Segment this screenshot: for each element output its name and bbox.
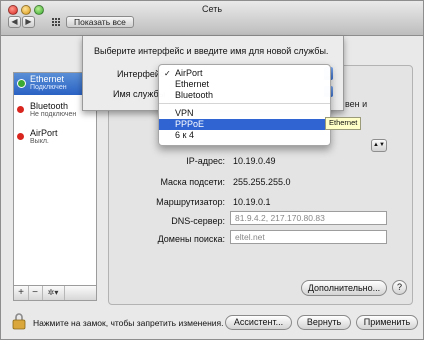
search-domains-label: Домены поиска: — [157, 234, 225, 244]
partial-status-text: вен и — [345, 99, 368, 109]
router-label: Маршрутизатор: — [156, 197, 225, 207]
window-title: Сеть — [201, 4, 223, 14]
remove-service-button[interactable]: − — [28, 286, 43, 300]
configure-popup-arrow-icon[interactable]: ▲▼ — [371, 139, 387, 152]
service-name: AirPort — [30, 128, 58, 138]
interface-dropdown-menu: ✓ AirPort Ethernet Bluetooth VPN PPPoE 6… — [158, 64, 331, 146]
menu-item-label: 6 к 4 — [175, 130, 194, 140]
search-domains-field[interactable]: eltel.net — [230, 230, 387, 244]
menu-item-airport[interactable]: ✓ AirPort — [159, 68, 330, 79]
lock-message: Нажмите на замок, чтобы запретить измене… — [33, 318, 224, 328]
show-all-grid-icon[interactable] — [52, 18, 61, 26]
menu-item-ethernet[interactable]: Ethernet — [159, 79, 330, 90]
network-window: Сеть ◀ ▶ Показать все Ethernet Подключен… — [0, 0, 424, 340]
advanced-button[interactable]: Дополнительно... — [301, 280, 387, 296]
sheet-instruction: Выберите интерфейс и введите имя для нов… — [94, 46, 329, 56]
service-status: Выкл. — [30, 138, 49, 145]
dns-server-field[interactable]: 81.9.4.2, 217.170.80.83 — [230, 211, 387, 225]
service-status: Подключен — [30, 84, 67, 91]
menu-item-vpn[interactable]: VPN — [159, 108, 330, 119]
menu-item-label: VPN — [175, 108, 194, 118]
lock-icon[interactable] — [12, 312, 26, 330]
assistant-button[interactable]: Ассистент... — [225, 315, 292, 330]
tooltip: Ethernet — [325, 117, 362, 130]
service-status: Не подключен — [30, 111, 77, 118]
menu-item-bluetooth[interactable]: Bluetooth — [159, 90, 330, 101]
revert-button[interactable]: Вернуть — [297, 315, 351, 330]
checkmark-icon: ✓ — [164, 69, 171, 78]
ip-label: IP-адрес: — [186, 156, 225, 166]
ip-value: 10.19.0.49 — [233, 156, 276, 166]
status-dot-icon — [17, 133, 24, 140]
add-service-button[interactable]: + — [14, 286, 29, 300]
status-dot-icon — [17, 106, 24, 113]
menu-item-label: Ethernet — [175, 79, 210, 89]
menu-item-pppoe[interactable]: PPPoE — [159, 119, 330, 130]
router-value: 10.19.0.1 — [233, 197, 271, 207]
service-item-airport[interactable]: AirPort Выкл. — [14, 127, 96, 149]
service-list-toolbar: + − ✲▾ — [13, 286, 97, 301]
forward-button[interactable]: ▶ — [22, 16, 35, 28]
gear-menu-button[interactable]: ✲▾ — [42, 286, 65, 300]
menu-item-label: PPPoE — [175, 119, 205, 129]
menu-item-label: AirPort — [175, 68, 203, 78]
apply-button[interactable]: Применить — [356, 315, 418, 330]
menu-item-label: Bluetooth — [175, 90, 214, 100]
menu-item-6to4[interactable]: 6 к 4 — [159, 130, 330, 141]
service-name: Ethernet — [30, 74, 65, 84]
subnet-mask-value: 255.255.255.0 — [233, 177, 291, 187]
help-button[interactable]: ? — [392, 280, 407, 295]
subnet-mask-label: Маска подсети: — [160, 177, 225, 187]
menu-separator — [159, 103, 330, 104]
status-dot-icon — [17, 79, 26, 88]
service-name: Bluetooth — [30, 101, 69, 111]
back-button[interactable]: ◀ — [8, 16, 21, 28]
dns-server-label: DNS-сервер: — [171, 216, 225, 226]
title-bar: Сеть ◀ ▶ Показать все — [1, 1, 423, 36]
show-all-button[interactable]: Показать все — [66, 16, 134, 28]
